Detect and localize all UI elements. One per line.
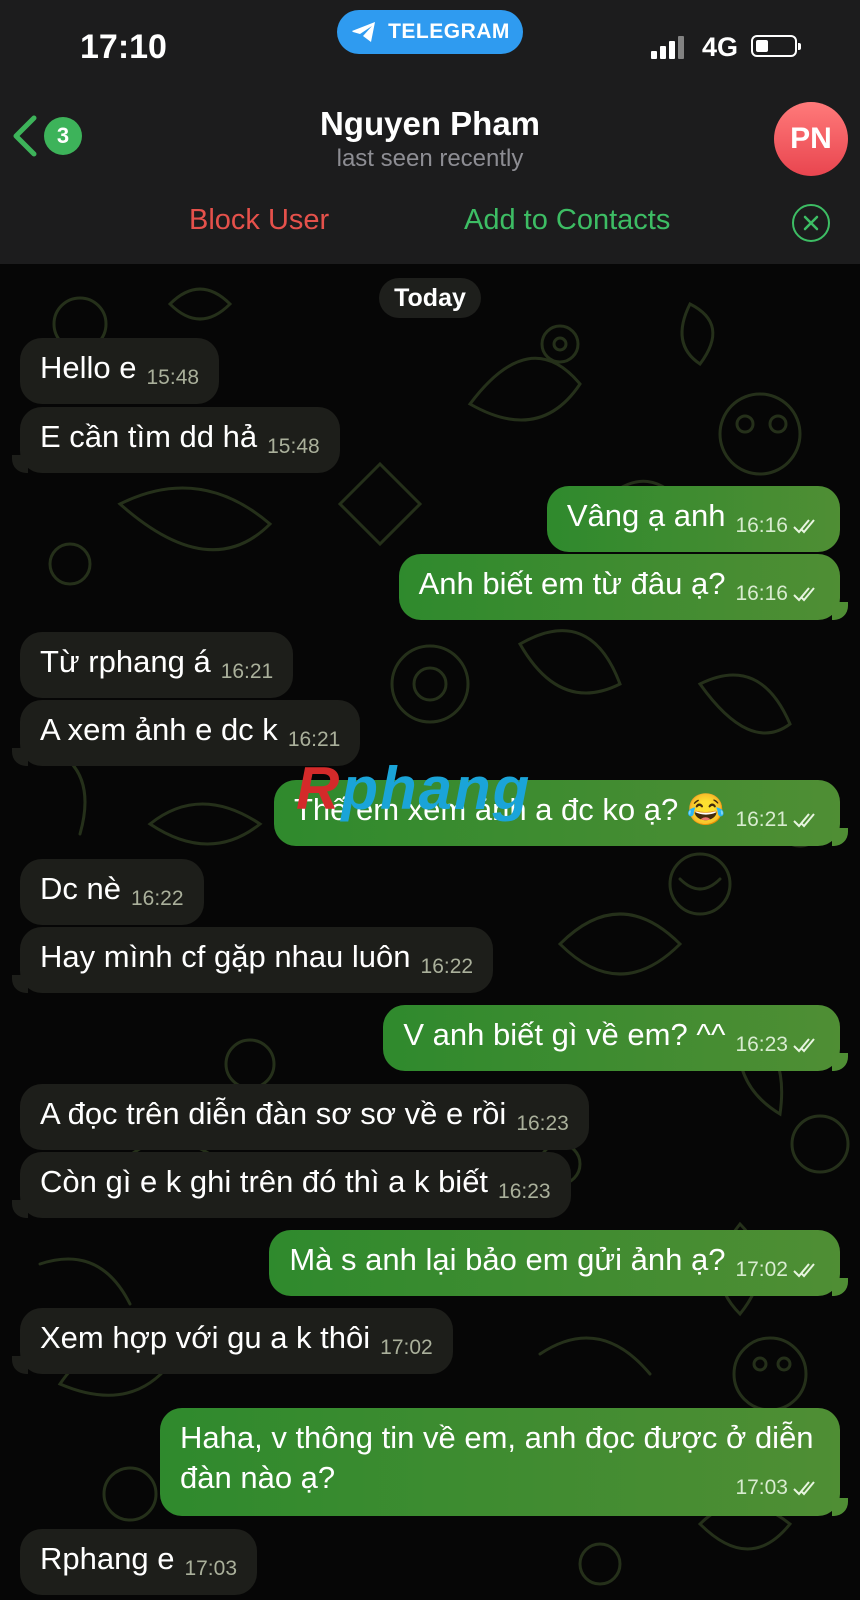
message-time: 17:03 — [735, 1476, 788, 1499]
message-time-read: 17:03 — [735, 1468, 820, 1508]
message-text: E cần tìm dd hả — [40, 419, 258, 454]
message-time: 16:16 — [735, 582, 788, 605]
message-text: Anh biết em từ đâu ạ? — [418, 566, 726, 601]
message-text: Vâng ạ anh — [566, 498, 726, 533]
signal-icon — [651, 36, 684, 59]
outgoing-message[interactable]: Anh biết em từ đâu ạ? 16:16 — [398, 554, 840, 620]
telegram-plane-icon — [352, 22, 376, 42]
date-divider: Today — [379, 278, 481, 318]
message-time: 17:02 — [735, 1258, 788, 1281]
unread-count-badge: 3 — [44, 117, 82, 155]
battery-icon — [751, 35, 801, 57]
telegram-pill[interactable]: TELEGRAM — [337, 10, 523, 54]
watermark-part2: phang — [341, 755, 532, 822]
message-time: 15:48 — [267, 435, 320, 458]
back-button[interactable]: 3 — [10, 114, 82, 158]
close-icon — [803, 215, 819, 231]
message-time: 16:21 — [220, 660, 274, 683]
incoming-message[interactable]: Dc nè 16:22 — [20, 859, 204, 925]
message-time: 16:22 — [420, 955, 474, 978]
incoming-message[interactable]: E cần tìm dd hả 15:48 — [20, 407, 340, 473]
contact-avatar[interactable]: PN — [774, 102, 848, 176]
message-time-read: 16:16 — [735, 506, 820, 546]
message-text: Hello e — [40, 350, 137, 385]
message-time-read: 16:23 — [735, 1025, 820, 1065]
message-text: Dc nè — [40, 871, 121, 906]
chat-header: Nguyen Pham last seen recently 3 PN — [0, 96, 860, 185]
double-check-icon — [793, 519, 815, 534]
message-text: Hay mình cf gặp nhau luôn — [40, 939, 411, 974]
contact-name: Nguyen Pham — [319, 105, 541, 142]
message-time-read: 16:21 — [735, 800, 820, 840]
contact-title-block[interactable]: Nguyen Pham last seen recently — [0, 104, 860, 174]
network-type: 4G — [702, 32, 739, 62]
message-text: Mà s anh lại bảo em gửi ảnh ạ? — [289, 1242, 726, 1277]
contact-last-seen: last seen recently — [336, 145, 524, 172]
block-user-button[interactable]: Block User — [189, 204, 329, 237]
double-check-icon — [793, 587, 815, 602]
message-time: 16:23 — [516, 1112, 569, 1135]
outgoing-message[interactable]: Vâng ạ anh 16:16 — [546, 486, 840, 552]
message-time: 16:16 — [735, 514, 788, 537]
double-check-icon — [793, 1481, 815, 1496]
status-bar: 17:10 TELEGRAM 4G — [0, 0, 860, 96]
message-time-read: 17:02 — [735, 1250, 820, 1290]
incoming-message[interactable]: A đọc trên diễn đàn sơ sơ về e rồi 16:23 — [20, 1084, 589, 1150]
message-text: A xem ảnh e dc k — [40, 712, 278, 747]
outgoing-message[interactable]: Mà s anh lại bảo em gửi ảnh ạ? 17:02 — [269, 1230, 840, 1296]
incoming-message[interactable]: Rphang e 17:03 — [20, 1529, 258, 1595]
message-time-read: 16:16 — [735, 574, 820, 614]
incoming-message[interactable]: Hay mình cf gặp nhau luôn 16:22 — [20, 927, 494, 993]
message-text: Haha, v thông tin về em, anh đọc được ở … — [180, 1420, 814, 1495]
telegram-pill-label: TELEGRAM — [388, 20, 510, 43]
message-time: 16:23 — [735, 1033, 788, 1056]
message-text: Còn gì e k ghi trên đó thì a k biết — [40, 1164, 489, 1199]
outgoing-message[interactable]: V anh biết gì về em? ^^ 16:23 — [383, 1005, 840, 1071]
watermark-logo: Rphang — [296, 754, 531, 823]
status-time: 17:10 — [80, 28, 167, 66]
message-text: V anh biết gì về em? ^^ — [403, 1017, 726, 1052]
chevron-left-icon — [13, 115, 37, 157]
incoming-message[interactable]: Hello e 15:48 — [20, 338, 220, 404]
chat-area[interactable]: Today Hello e 15:48 E cần tìm dd hả 15:48 … — [0, 264, 860, 1600]
message-text: Xem hợp với gu a k thôi — [40, 1320, 371, 1355]
double-check-icon — [793, 813, 815, 828]
message-time: 17:02 — [380, 1336, 433, 1359]
incoming-message[interactable]: Xem hợp với gu a k thôi 17:02 — [20, 1308, 453, 1374]
contact-action-bar: Block User Add to Contacts — [0, 184, 860, 264]
double-check-icon — [793, 1263, 815, 1278]
message-time: 16:21 — [735, 808, 788, 831]
incoming-message[interactable]: Còn gì e k ghi trên đó thì a k biết 16:23 — [20, 1152, 571, 1218]
add-to-contacts-button[interactable]: Add to Contacts — [464, 204, 670, 237]
message-time: 16:22 — [130, 887, 184, 910]
message-time: 16:23 — [498, 1180, 551, 1203]
message-time: 17:03 — [184, 1557, 238, 1580]
watermark-part1: R — [296, 755, 342, 822]
close-action-bar-button[interactable] — [792, 204, 830, 242]
incoming-message[interactable]: Từ rphang á 16:21 — [20, 632, 294, 698]
message-text: Rphang e — [40, 1541, 175, 1576]
message-text: Từ rphang á — [40, 644, 211, 679]
message-time: 15:48 — [146, 366, 200, 389]
outgoing-message[interactable]: Haha, v thông tin về em, anh đọc được ở … — [160, 1408, 840, 1516]
message-text: A đọc trên diễn đàn sơ sơ về e rồi — [40, 1096, 507, 1131]
double-check-icon — [793, 1038, 815, 1053]
